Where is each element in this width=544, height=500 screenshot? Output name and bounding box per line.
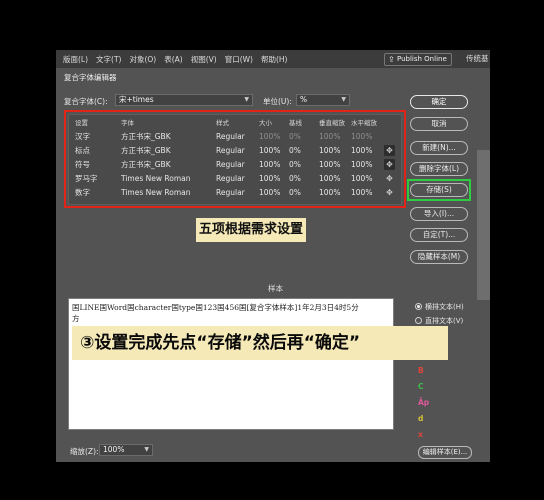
publish-icon: ⇪: [388, 55, 395, 64]
highlight-settings-box: [64, 110, 406, 208]
guide-letter: d: [418, 414, 424, 423]
menu-layout[interactable]: 版面(L): [63, 54, 88, 65]
menu-type[interactable]: 文字(T): [96, 54, 121, 65]
publish-online-label: Publish Online: [397, 55, 447, 63]
publish-online-button[interactable]: ⇪ Publish Online: [384, 53, 452, 66]
workspace-label[interactable]: 传统基: [466, 53, 489, 64]
guide-letter: C: [418, 382, 424, 391]
highlight-save-box: [407, 179, 471, 201]
hide-sample-button[interactable]: 隐藏样本(M): [410, 250, 468, 264]
horizontal-text-radio[interactable]: [415, 303, 422, 310]
sample-preview: 国LINE国Word国character国type国123国456国[复合字体样…: [68, 298, 394, 430]
vertical-text-label: 直排文本(V): [425, 317, 464, 325]
composite-font-value: 宋+times: [119, 95, 154, 104]
menu-view[interactable]: 视图(V): [191, 54, 217, 65]
menu-window[interactable]: 窗口(W): [225, 54, 253, 65]
delete-font-button[interactable]: 删除字体(L): [410, 162, 468, 176]
menu-table[interactable]: 表(A): [164, 54, 182, 65]
unit-label: 单位(U):: [263, 97, 292, 106]
guide-letter: B: [418, 366, 424, 375]
annotation-banner-top: 五项根据需求设置: [196, 218, 306, 242]
guide-letter: Āp: [418, 398, 430, 407]
dialog-title: 复合字体编辑器: [64, 73, 117, 82]
zoom-select[interactable]: 100% ▼: [99, 444, 153, 456]
sample-text-line: 方: [72, 314, 80, 323]
vertical-text-radio[interactable]: [415, 317, 422, 324]
menu-object[interactable]: 对象(O): [129, 54, 156, 65]
menu-help[interactable]: 帮助(H): [261, 54, 288, 65]
unit-value: %: [300, 95, 308, 104]
import-button[interactable]: 导入(I)...: [410, 207, 468, 221]
sample-text-line: 国LINE国Word国character国type国123国456国[复合字体样…: [72, 303, 359, 312]
unit-select[interactable]: % ▼: [296, 94, 350, 106]
zoom-label: 缩放(Z):: [70, 447, 99, 456]
zoom-value: 100%: [103, 445, 125, 454]
document-edge: [477, 150, 490, 300]
sample-label: 样本: [268, 284, 283, 293]
chevron-down-icon: ▼: [341, 96, 346, 103]
composite-font-label: 复合字体(C):: [64, 97, 108, 106]
custom-button[interactable]: 自定(T)...: [410, 228, 468, 242]
app-frame: 版面(L) 文字(T) 对象(O) 表(A) 视图(V) 窗口(W) 帮助(H)…: [56, 50, 490, 462]
composite-font-select[interactable]: 宋+times ▼: [115, 94, 253, 106]
new-button[interactable]: 新建(N)...: [410, 141, 468, 155]
cancel-button[interactable]: 取消: [410, 117, 468, 131]
chevron-down-icon: ▼: [144, 446, 149, 453]
annotation-banner-bottom: ③设置完成先点“存储”然后再“确定”: [72, 326, 448, 360]
edit-sample-button[interactable]: 编辑样本(E)...: [418, 446, 472, 459]
horizontal-text-label: 横排文本(H): [425, 303, 464, 311]
ok-button[interactable]: 确定: [410, 95, 468, 109]
guide-letter: x: [418, 430, 423, 439]
chevron-down-icon: ▼: [244, 96, 249, 103]
